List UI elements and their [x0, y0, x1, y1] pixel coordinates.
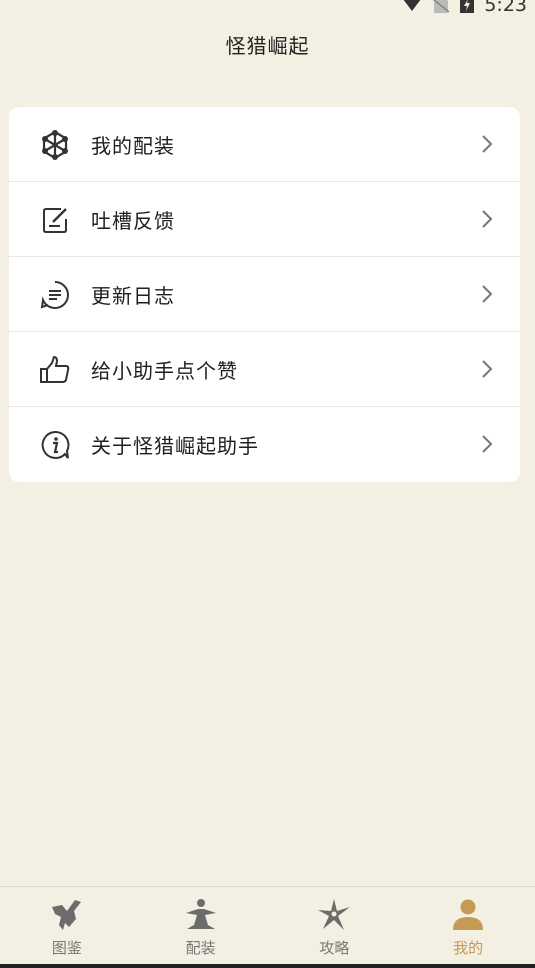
menu-item-label: 吐槽反馈 [91, 208, 175, 233]
battery-charging-icon [460, 0, 475, 13]
menu-item-label: 关于怪猎崛起助手 [91, 434, 259, 458]
tab-encyclopedia[interactable]: 图鉴 [0, 887, 134, 965]
shuriken-icon [318, 899, 351, 930]
wifi-icon [404, 0, 421, 11]
chevron-right-icon [482, 135, 493, 153]
tab-mine[interactable]: 我的 [401, 887, 535, 965]
tab-label: 攻略 [319, 939, 350, 957]
menu-item-label: 我的配装 [91, 133, 175, 158]
gear-molecule-icon [42, 130, 68, 160]
chevron-right-icon [482, 435, 493, 453]
menu-item-about[interactable]: 关于怪猎崛起助手 [9, 407, 520, 482]
tab-guides[interactable]: 攻略 [268, 887, 402, 965]
page-title: 怪猎崛起 [225, 34, 310, 58]
tab-label: 我的 [453, 939, 484, 957]
status-bar: 5:23 [0, 0, 535, 16]
changelog-icon [40, 281, 69, 309]
navigation-bar-strip [0, 964, 535, 968]
status-time: 5:23 [484, 0, 527, 16]
hunter-icon [185, 899, 216, 929]
wyvern-icon [51, 900, 81, 930]
menu-item-my-builds[interactable]: 我的配装 [9, 107, 520, 182]
status-icons: 5:23 [402, 0, 527, 16]
menu-card: 我的配装 吐槽反馈 更新日志 给小助手点个赞 关于怪猎崛起助手 [9, 107, 520, 482]
chevron-right-icon [482, 285, 493, 303]
feedback-note-icon [43, 208, 67, 233]
tab-builds[interactable]: 配装 [134, 887, 268, 965]
chevron-right-icon [482, 360, 493, 378]
menu-item-feedback[interactable]: 吐槽反馈 [9, 182, 520, 257]
info-icon [41, 430, 70, 459]
tab-label: 配装 [185, 939, 216, 957]
menu-item-label: 更新日志 [91, 283, 175, 308]
person-icon [453, 899, 484, 930]
menu-item-changelog[interactable]: 更新日志 [9, 257, 520, 332]
bottom-tab-bar: 图鉴 配装 攻略 我的 [0, 886, 535, 965]
menu-item-like[interactable]: 给小助手点个赞 [9, 332, 520, 407]
chevron-right-icon [482, 210, 493, 228]
tab-label: 图鉴 [51, 939, 82, 957]
no-sim-icon [433, 0, 450, 13]
menu-item-label: 给小助手点个赞 [91, 358, 238, 383]
thumbs-up-icon [40, 355, 70, 383]
